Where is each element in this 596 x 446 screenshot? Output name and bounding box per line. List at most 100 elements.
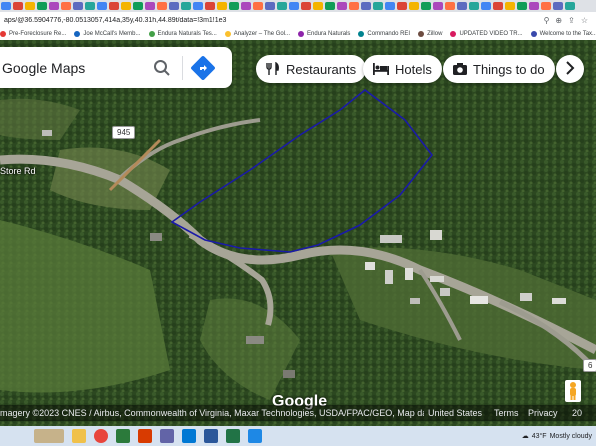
- bookmark-item[interactable]: Welcome to the Tax...: [530, 31, 596, 37]
- office-icon[interactable]: [138, 429, 152, 443]
- chrome-icon[interactable]: [94, 429, 108, 443]
- address-bar[interactable]: aps/@36.5904776,-80.0513057,414a,35y,40.…: [0, 12, 596, 29]
- browser-tab[interactable]: [553, 2, 563, 10]
- browser-icon[interactable]: [248, 429, 262, 443]
- browser-tab[interactable]: [229, 2, 239, 10]
- location-icon[interactable]: ⚲: [544, 16, 550, 25]
- browser-tab[interactable]: [529, 2, 539, 10]
- browser-tab[interactable]: [73, 2, 83, 10]
- bookmark-item[interactable]: Commando REI: [358, 31, 410, 37]
- pegman-icon[interactable]: [565, 380, 581, 402]
- browser-tab[interactable]: [265, 2, 275, 10]
- browser-tab[interactable]: [361, 2, 371, 10]
- chip-things-to-do[interactable]: Things to do: [443, 55, 555, 83]
- browser-tab[interactable]: [85, 2, 95, 10]
- map-footer: magery ©2023 CNES / Airbus, Commonwealth…: [0, 405, 596, 421]
- browser-tab[interactable]: [505, 2, 515, 10]
- outlook-icon[interactable]: [182, 429, 196, 443]
- browser-tab[interactable]: [157, 2, 167, 10]
- bookmark-item[interactable]: Endura Naturals Tes...: [148, 31, 217, 37]
- scale-label: 20: [572, 408, 583, 418]
- browser-tab[interactable]: [145, 2, 155, 10]
- browser-tab[interactable]: [25, 2, 35, 10]
- browser-tab[interactable]: [433, 2, 443, 10]
- browser-tab[interactable]: [313, 2, 323, 10]
- teams-icon[interactable]: [160, 429, 174, 443]
- browser-tab[interactable]: [121, 2, 131, 10]
- browser-tab[interactable]: [181, 2, 191, 10]
- browser-tab[interactable]: [133, 2, 143, 10]
- browser-tab[interactable]: [325, 2, 335, 10]
- browser-tab[interactable]: [469, 2, 479, 10]
- browser-tab[interactable]: [289, 2, 299, 10]
- directions-icon[interactable]: [191, 55, 215, 80]
- browser-tab[interactable]: [205, 2, 215, 10]
- search-icon[interactable]: [150, 56, 174, 80]
- browser-tab[interactable]: [349, 2, 359, 10]
- browser-tab[interactable]: [397, 2, 407, 10]
- browser-tab[interactable]: [421, 2, 431, 10]
- browser-tab[interactable]: [241, 2, 251, 10]
- chip-hotels[interactable]: Hotels: [363, 55, 442, 83]
- browser-tab[interactable]: [97, 2, 107, 10]
- excel-icon[interactable]: [226, 429, 240, 443]
- search-box[interactable]: [0, 47, 232, 88]
- bookmark-label: Endura Naturals: [307, 31, 351, 37]
- bookmark-item[interactable]: Endura Naturals: [298, 31, 350, 37]
- zoom-icon[interactable]: ⊕: [555, 16, 562, 25]
- browser-tab[interactable]: [1, 2, 11, 10]
- road-label: Store Rd: [0, 166, 36, 176]
- search-input[interactable]: [0, 58, 144, 77]
- browser-tab[interactable]: [13, 2, 23, 10]
- chips-next-button[interactable]: [556, 55, 584, 83]
- bookmark-item[interactable]: UPDATED VIDEO TR...: [450, 31, 523, 37]
- route-shield-right: 6: [583, 359, 596, 372]
- browser-tab[interactable]: [517, 2, 527, 10]
- browser-tab[interactable]: [373, 2, 383, 10]
- satellite-map[interactable]: Store Rd 945 6: [0, 40, 596, 426]
- browser-tab[interactable]: [193, 2, 203, 10]
- browser-tab[interactable]: [337, 2, 347, 10]
- file-explorer-icon[interactable]: [72, 429, 86, 443]
- url-field[interactable]: aps/@36.5904776,-80.0513057,414a,35y,40.…: [0, 17, 544, 24]
- chip-label: Things to do: [473, 61, 545, 77]
- browser-tab[interactable]: [253, 2, 263, 10]
- browser-tab[interactable]: [277, 2, 287, 10]
- bookmark-favicon-icon: [224, 31, 231, 37]
- browser-tab[interactable]: [565, 2, 575, 10]
- browser-tab[interactable]: [109, 2, 119, 10]
- bookmark-favicon-icon: [74, 31, 81, 37]
- search-divider: [182, 55, 183, 80]
- bookmark-item[interactable]: Analyzer – The Gol...: [224, 31, 291, 37]
- chip-label: Hotels: [395, 61, 432, 77]
- browser-tab[interactable]: [481, 2, 491, 10]
- browser-tab[interactable]: [457, 2, 467, 10]
- browser-tab[interactable]: [61, 2, 71, 10]
- browser-tab[interactable]: [169, 2, 179, 10]
- privacy-link[interactable]: Privacy: [528, 408, 572, 418]
- share-icon[interactable]: ⇪: [568, 16, 575, 25]
- bookmark-star-icon[interactable]: ☆: [581, 16, 588, 25]
- united-states-link[interactable]: United States: [424, 408, 494, 418]
- browser-tab[interactable]: [493, 2, 503, 10]
- word-icon[interactable]: [204, 429, 218, 443]
- browser-tab[interactable]: [541, 2, 551, 10]
- browser-tab[interactable]: [385, 2, 395, 10]
- weather-widget[interactable]: ☁ 43°F Mostly cloudy: [522, 432, 592, 441]
- terms-link[interactable]: Terms: [494, 408, 528, 418]
- chip-restaurants[interactable]: Restaurants: [256, 55, 367, 83]
- browser-tab[interactable]: [409, 2, 419, 10]
- browser-tab[interactable]: [217, 2, 227, 10]
- widgets-icon[interactable]: [34, 429, 64, 443]
- browser-tab[interactable]: [445, 2, 455, 10]
- app-icon[interactable]: [116, 429, 130, 443]
- browser-tab[interactable]: [301, 2, 311, 10]
- browser-tab[interactable]: [37, 2, 47, 10]
- browser-tab[interactable]: [49, 2, 59, 10]
- bookmark-label: Analyzer – The Gol...: [233, 31, 291, 37]
- bookmark-item[interactable]: Joe McCall's Memb...: [74, 31, 141, 37]
- bookmark-item[interactable]: Pre-Foreclosure Re...: [0, 31, 66, 37]
- bookmark-label: UPDATED VIDEO TR...: [459, 31, 523, 37]
- bookmark-item[interactable]: Zillow: [418, 31, 442, 37]
- bookmark-label: Pre-Foreclosure Re...: [9, 31, 67, 37]
